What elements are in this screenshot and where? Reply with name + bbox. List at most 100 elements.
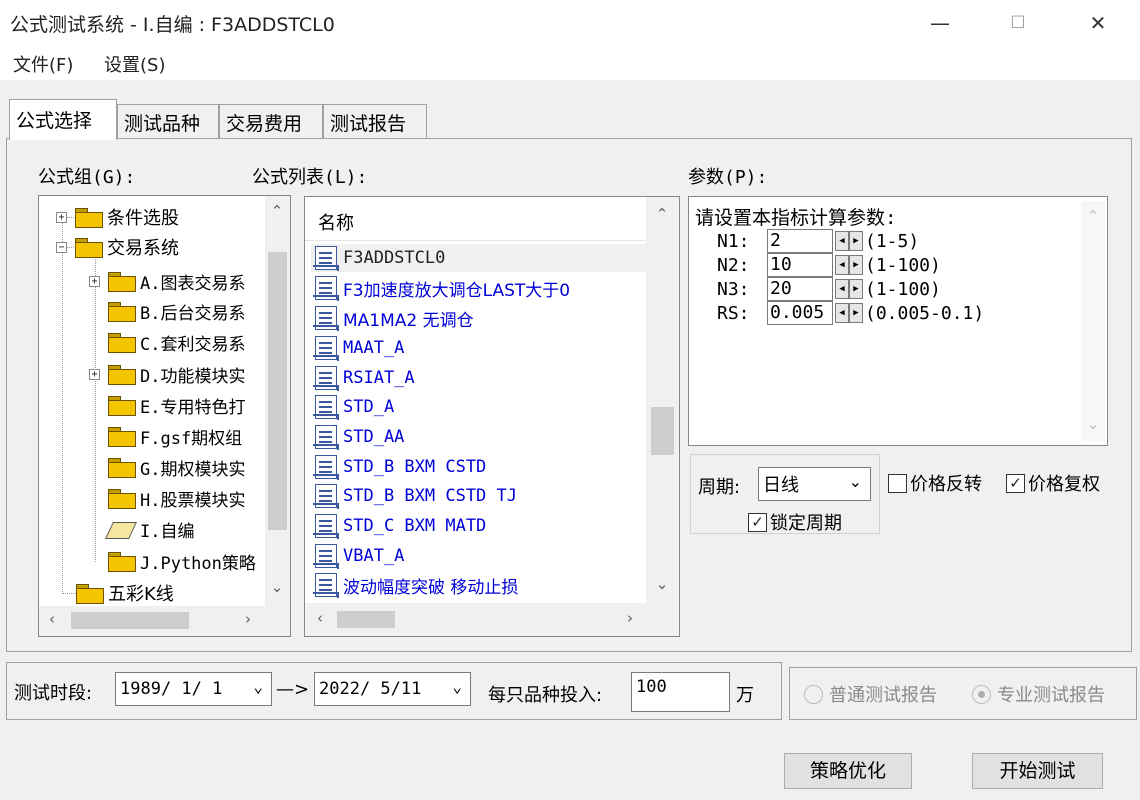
tree-item[interactable]: F.gsf期权组 [108, 421, 242, 451]
tree-item[interactable]: J.Python策略 [108, 546, 256, 576]
scroll-thumb[interactable] [337, 611, 395, 628]
scroll-left-icon[interactable]: ‹ [41, 610, 63, 628]
spin-right-icon[interactable]: ▶ [849, 303, 863, 323]
scroll-right-icon[interactable]: › [619, 609, 641, 627]
menu-settings[interactable]: 设置(S) [104, 51, 165, 77]
maximize-button[interactable]: ☐ [978, 0, 1058, 46]
list-column-header[interactable]: 名称 [305, 197, 645, 241]
spin-right-icon[interactable]: ▶ [849, 255, 863, 275]
list-item[interactable]: MA1MA2 无调仓 [313, 304, 474, 332]
list-item-label: STD_C BXM MATD [343, 516, 487, 536]
period-select[interactable]: 日线 ⌄ [758, 467, 871, 501]
start-test-button[interactable]: 开始测试 [972, 753, 1103, 789]
tab-test-report[interactable]: 测试报告 [323, 104, 427, 138]
spin-left-icon[interactable]: ◀ [835, 255, 849, 275]
list-item[interactable]: STD_C BXM MATD [313, 512, 487, 540]
param-n1-input[interactable]: 2 [767, 229, 833, 253]
spin-right-icon[interactable]: ▶ [849, 231, 863, 251]
scroll-down-icon[interactable]: ⌄ [1082, 415, 1104, 433]
param-n2-input[interactable]: 10 [767, 253, 833, 277]
tree-item[interactable]: H.股票模块实 [108, 483, 245, 513]
list-item[interactable]: VBAT_A [313, 542, 404, 570]
param-n2-spinner[interactable]: ◀ ▶ [835, 255, 863, 275]
checkbox-checked-icon[interactable]: ✓ [1006, 473, 1025, 493]
radio-selected-icon[interactable] [972, 684, 991, 704]
list-horizontal-scrollbar[interactable]: ‹ › [305, 603, 679, 636]
strategy-optimize-button[interactable]: 策略优化 [784, 753, 912, 789]
list-item[interactable]: RSIAT_A [313, 364, 415, 392]
param-n3-input[interactable]: 20 [767, 277, 833, 301]
close-button[interactable]: ✕ [1058, 0, 1138, 46]
lock-period-label: 锁定周期 [770, 513, 842, 534]
list-item[interactable]: STD_A [313, 393, 394, 421]
list-item-selected[interactable]: F3ADDSTCL0 [311, 244, 646, 272]
checkbox-unchecked-icon[interactable] [888, 473, 907, 493]
param-n3-spinner[interactable]: ◀ ▶ [835, 279, 863, 299]
scroll-left-icon[interactable]: ‹ [309, 609, 331, 627]
list-vertical-scrollbar[interactable]: ⌃ ⌄ [646, 197, 679, 603]
checkbox-checked-icon[interactable]: ✓ [748, 512, 767, 532]
price-adjust-checkbox[interactable]: ✓ 价格复权 [1006, 470, 1100, 496]
list-item[interactable]: STD_AA [313, 423, 404, 451]
formula-list[interactable]: 名称 F3ADDSTCL0 F3加速度放大调仓LAST大于0 MA1MA2 无调… [304, 196, 680, 637]
spin-right-icon[interactable]: ▶ [849, 279, 863, 299]
tree-item[interactable]: C.套利交易系 [108, 327, 245, 357]
tab-test-instruments[interactable]: 测试品种 [117, 104, 219, 138]
scroll-right-icon[interactable]: › [237, 610, 259, 628]
params-vertical-scrollbar[interactable]: ⌃ ⌄ [1081, 201, 1105, 441]
param-rs-spinner[interactable]: ◀ ▶ [835, 303, 863, 323]
scroll-thumb[interactable] [268, 252, 287, 530]
scroll-thumb[interactable] [71, 612, 189, 629]
collapse-icon[interactable]: − [56, 241, 67, 253]
end-date-picker[interactable]: 2022/ 5/11 ⌄ [314, 672, 471, 706]
scroll-down-icon[interactable]: ⌄ [266, 578, 288, 596]
list-item[interactable]: STD_B BXM CSTD [313, 453, 486, 481]
list-item[interactable]: 波动幅度突破 移动止损 [313, 571, 518, 599]
list-item[interactable]: MAAT_A [313, 334, 404, 362]
spin-left-icon[interactable]: ◀ [835, 231, 849, 251]
start-date-picker[interactable]: 1989/ 1/ 1 ⌄ [115, 672, 272, 706]
list-item-label: F3加速度放大调仓LAST大于0 [343, 280, 571, 301]
price-reverse-checkbox[interactable]: 价格反转 [888, 470, 982, 496]
tree-item[interactable]: − 交易系统 [56, 232, 179, 262]
folder-icon [75, 208, 103, 228]
param-n1-spinner[interactable]: ◀ ▶ [835, 231, 863, 251]
tree-vertical-scrollbar[interactable]: ⌃ ⌄ [265, 196, 290, 606]
folder-icon [108, 489, 136, 509]
tree-item-selected[interactable]: I.自编 [108, 514, 194, 544]
scroll-up-icon[interactable]: ⌃ [651, 205, 673, 223]
tree-item[interactable]: G.期权模块实 [108, 452, 245, 482]
normal-report-radio[interactable]: 普通测试报告 [804, 681, 937, 707]
pro-report-radio[interactable]: 专业测试报告 [972, 681, 1105, 707]
list-item[interactable]: F3加速度放大调仓LAST大于0 [313, 274, 571, 302]
tree-item-label: 五彩K线 [108, 584, 174, 605]
tree-item[interactable]: E.专用特色打 [108, 390, 245, 420]
scroll-down-icon[interactable]: ⌄ [651, 575, 673, 593]
lock-period-checkbox[interactable]: ✓ 锁定周期 [748, 509, 842, 535]
expand-icon[interactable]: + [56, 211, 67, 223]
scroll-up-icon[interactable]: ⌃ [1082, 207, 1104, 225]
spin-left-icon[interactable]: ◀ [835, 303, 849, 323]
spin-left-icon[interactable]: ◀ [835, 279, 849, 299]
tree-horizontal-scrollbar[interactable]: ‹ › [39, 606, 290, 636]
menu-file[interactable]: 文件(F) [13, 51, 73, 77]
folder-icon [108, 365, 136, 385]
minimize-button[interactable]: — [900, 0, 980, 46]
param-rs-input[interactable]: 0.005 [767, 301, 833, 325]
scroll-thumb[interactable] [651, 407, 674, 455]
tree-item[interactable]: + A.图表交易系 [89, 266, 245, 296]
tree-item[interactable]: + D.功能模块实 [89, 359, 245, 389]
expand-icon[interactable]: + [89, 368, 100, 380]
tab-formula-select[interactable]: 公式选择 [9, 99, 117, 140]
tree-item[interactable]: 五彩K线 [76, 578, 174, 608]
tree-item[interactable]: + 条件选股 [56, 202, 179, 232]
investment-input[interactable]: 100 [631, 672, 730, 712]
scroll-up-icon[interactable]: ⌃ [266, 202, 288, 220]
radio-unselected-icon[interactable] [804, 684, 823, 704]
list-item[interactable]: STD_B BXM CSTD TJ [313, 482, 517, 510]
tree-item[interactable]: B.后台交易系 [108, 296, 245, 326]
formula-group-tree[interactable]: + 条件选股 − 交易系统 + A.图表交易系 B.后台交易系 C.套利交易系 … [38, 195, 291, 637]
tab-trading-fees[interactable]: 交易费用 [219, 104, 323, 138]
end-date-value: 2022/ 5/11 [319, 679, 422, 699]
expand-icon[interactable]: + [89, 275, 100, 287]
